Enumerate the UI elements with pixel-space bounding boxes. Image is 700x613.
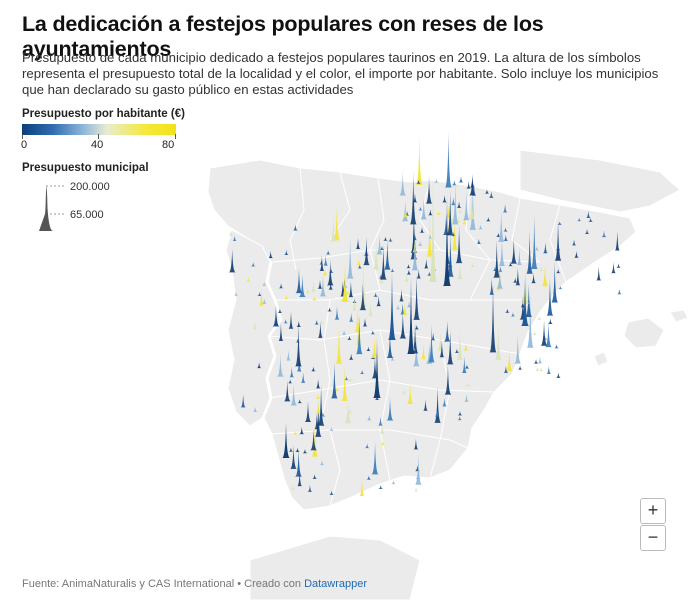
municipality-spike xyxy=(547,318,553,325)
municipality-spike xyxy=(390,480,396,485)
municipality-spike xyxy=(458,176,464,183)
mallorca xyxy=(623,317,665,349)
municipality-spike xyxy=(616,288,622,295)
municipality-spike xyxy=(596,266,602,281)
municipality-spike xyxy=(610,261,616,274)
municipality-spike xyxy=(413,487,419,492)
municipality-spike xyxy=(616,263,622,268)
menorca xyxy=(669,309,689,323)
municipality-spike xyxy=(444,132,452,188)
municipality-spike xyxy=(546,365,552,375)
municipality-spike xyxy=(540,319,548,346)
footer-source: Fuente: AnimaNaturalis y CAS Internation… xyxy=(22,578,367,590)
zoom-out-button[interactable]: − xyxy=(640,525,666,551)
spain-map[interactable] xyxy=(0,0,700,613)
morocco xyxy=(249,535,421,601)
ibiza xyxy=(593,351,609,367)
municipality-spike xyxy=(533,358,539,364)
municipality-spike xyxy=(378,484,384,489)
zoom-in-button[interactable]: + xyxy=(640,498,666,524)
source-text: Fuente: AnimaNaturalis y CAS Internation… xyxy=(22,578,305,590)
municipality-spike xyxy=(517,365,523,370)
municipality-spike xyxy=(544,321,552,348)
municipality-spike xyxy=(537,356,543,364)
municipality-spike xyxy=(532,330,538,336)
datawrapper-link[interactable]: Datawrapper xyxy=(304,578,367,590)
municipality-spike xyxy=(534,366,540,371)
municipality-spike xyxy=(554,344,560,349)
municipality-spike xyxy=(555,372,561,378)
municipality-spike xyxy=(538,367,544,372)
municipality-spike xyxy=(415,134,423,186)
